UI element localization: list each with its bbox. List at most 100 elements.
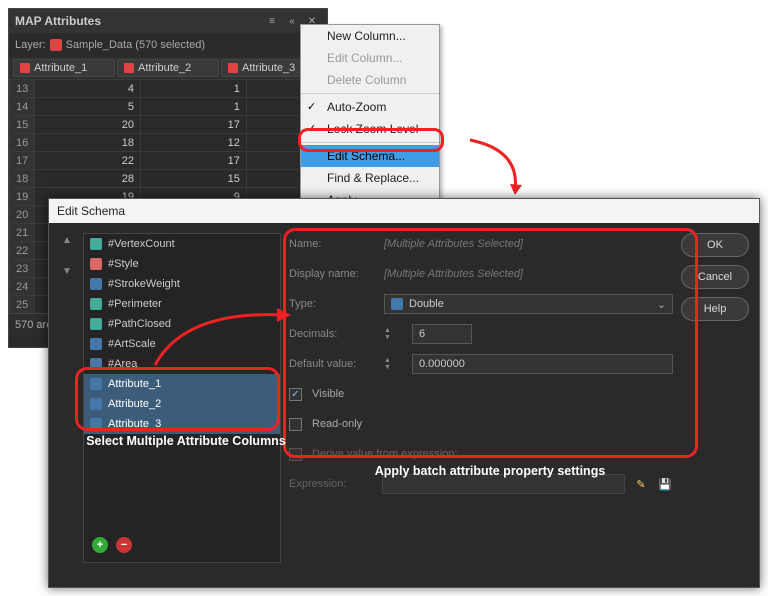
field-type-icon	[90, 338, 102, 350]
menu-new-column[interactable]: New Column...	[301, 25, 439, 47]
type-select[interactable]: Double⌄	[384, 294, 673, 314]
column-icon	[20, 63, 30, 73]
readonly-label: Read-only	[312, 418, 362, 430]
schema-list[interactable]: #VertexCount #Style #StrokeWeight #Perimete…	[83, 233, 281, 563]
schema-item[interactable]: #Perimeter	[84, 294, 280, 314]
column-tabs: Attribute_1 Attribute_2 Attribute_3	[9, 57, 327, 79]
menu-lock-zoom[interactable]: ✓Lock Zoom Level	[301, 118, 439, 140]
panel-titlebar: MAP Attributes ≡ « ✕	[9, 9, 327, 33]
layer-label: Layer:	[15, 39, 46, 51]
schema-properties: Name: [Multiple Attributes Selected] Disp…	[289, 233, 673, 563]
table-row[interactable]: 1828150	[10, 170, 327, 188]
spinner-icon[interactable]: ▲▼	[384, 324, 398, 344]
schema-item-label: #PathClosed	[108, 318, 171, 330]
field-type-icon	[90, 298, 102, 310]
panel-title: MAP Attributes	[15, 14, 261, 28]
schema-item-label: #ArtScale	[108, 338, 156, 350]
schema-item-label: #Area	[108, 358, 137, 370]
column-tab[interactable]: Attribute_1	[13, 59, 115, 77]
chevron-down-icon: ⌄	[657, 298, 666, 311]
edit-expression-icon[interactable]: ✎	[633, 476, 649, 492]
schema-item[interactable]: Attribute_2	[84, 394, 280, 414]
prop-type-label: Type:	[289, 298, 374, 310]
edit-schema-dialog: Edit Schema ▲ ▼ #VertexCount #Style #Strok…	[48, 198, 760, 588]
prop-name-value: [Multiple Attributes Selected]	[384, 238, 523, 250]
panel-minimize-icon[interactable]: «	[283, 12, 301, 30]
menu-auto-zoom[interactable]: ✓Auto-Zoom	[301, 96, 439, 118]
schema-item-label: Attribute_2	[108, 398, 161, 410]
field-type-icon	[90, 358, 102, 370]
table-row[interactable]: 14510	[10, 98, 327, 116]
table-row[interactable]: 1520171	[10, 116, 327, 134]
move-down-icon[interactable]: ▼	[62, 266, 72, 277]
dialog-title: Edit Schema	[57, 204, 125, 218]
cancel-button[interactable]: Cancel	[681, 265, 749, 289]
panel-menu-icon[interactable]: ≡	[263, 12, 281, 30]
schema-item[interactable]: Attribute_3	[84, 414, 280, 434]
menu-find-replace[interactable]: Find & Replace...	[301, 167, 439, 189]
visible-checkbox[interactable]	[289, 388, 302, 401]
dialog-titlebar: Edit Schema	[49, 199, 759, 223]
dialog-body: ▲ ▼ #VertexCount #Style #StrokeWeight #Peri…	[49, 223, 759, 587]
save-expression-icon[interactable]: 💾	[657, 476, 673, 492]
schema-item[interactable]: #StrokeWeight	[84, 274, 280, 294]
layer-icon	[50, 39, 62, 51]
double-type-icon	[391, 298, 403, 310]
table-row[interactable]: 13410	[10, 80, 327, 98]
schema-item-label: Attribute_1	[108, 378, 161, 390]
menu-separator	[301, 142, 439, 143]
field-type-icon	[90, 258, 102, 270]
field-type-icon	[90, 318, 102, 330]
schema-item-label: #VertexCount	[108, 238, 175, 250]
check-icon: ✓	[307, 100, 316, 113]
layer-name: Sample_Data (570 selected)	[66, 39, 205, 51]
menu-edit-column: Edit Column...	[301, 47, 439, 69]
reorder-arrows: ▲ ▼	[59, 233, 75, 577]
prop-default-label: Default value:	[289, 358, 374, 370]
schema-item[interactable]: #Area	[84, 354, 280, 374]
readonly-checkbox[interactable]	[289, 418, 302, 431]
column-icon	[228, 63, 238, 73]
spinner-icon[interactable]: ▲▼	[384, 354, 398, 374]
ok-button[interactable]: OK	[681, 233, 749, 257]
table-row[interactable]: 1618121	[10, 134, 327, 152]
schema-item-label: #StrokeWeight	[108, 278, 180, 290]
field-type-icon	[90, 378, 102, 390]
column-tab[interactable]: Attribute_2	[117, 59, 219, 77]
expression-label: Expression:	[289, 478, 374, 490]
add-field-button[interactable]: +	[92, 537, 108, 553]
remove-field-button[interactable]: −	[116, 537, 132, 553]
schema-list-buttons: + −	[84, 528, 280, 562]
schema-item-label: #Style	[108, 258, 139, 270]
menu-delete-column: Delete Column	[301, 69, 439, 91]
prop-display-label: Display name:	[289, 268, 374, 280]
field-type-icon	[90, 278, 102, 290]
layer-row: Layer: Sample_Data (570 selected)	[9, 33, 327, 57]
decimals-input[interactable]	[412, 324, 472, 344]
schema-item[interactable]: #ArtScale	[84, 334, 280, 354]
move-up-icon[interactable]: ▲	[62, 235, 72, 246]
field-type-icon	[90, 418, 102, 430]
schema-item-label: Attribute_3	[108, 418, 161, 430]
field-type-icon	[90, 238, 102, 250]
annotation-caption: Apply batch attribute property settings	[350, 464, 630, 478]
schema-item[interactable]: #VertexCount	[84, 234, 280, 254]
schema-item-label: #Perimeter	[108, 298, 162, 310]
menu-edit-schema[interactable]: Edit Schema...	[301, 145, 439, 167]
field-type-icon	[90, 398, 102, 410]
check-icon: ✓	[307, 122, 316, 135]
derive-checkbox[interactable]	[289, 448, 302, 461]
schema-item[interactable]: #Style	[84, 254, 280, 274]
prop-decimals-label: Decimals:	[289, 328, 374, 340]
table-row[interactable]: 1722171	[10, 152, 327, 170]
help-button[interactable]: Help	[681, 297, 749, 321]
schema-item[interactable]: Attribute_1	[84, 374, 280, 394]
visible-label: Visible	[312, 388, 344, 400]
schema-item[interactable]: #PathClosed	[84, 314, 280, 334]
prop-display-value: [Multiple Attributes Selected]	[384, 268, 523, 280]
prop-name-label: Name:	[289, 238, 374, 250]
default-value-input[interactable]	[412, 354, 673, 374]
column-icon	[124, 63, 134, 73]
derive-label: Derive value from expression:	[312, 448, 458, 460]
menu-separator	[301, 93, 439, 94]
